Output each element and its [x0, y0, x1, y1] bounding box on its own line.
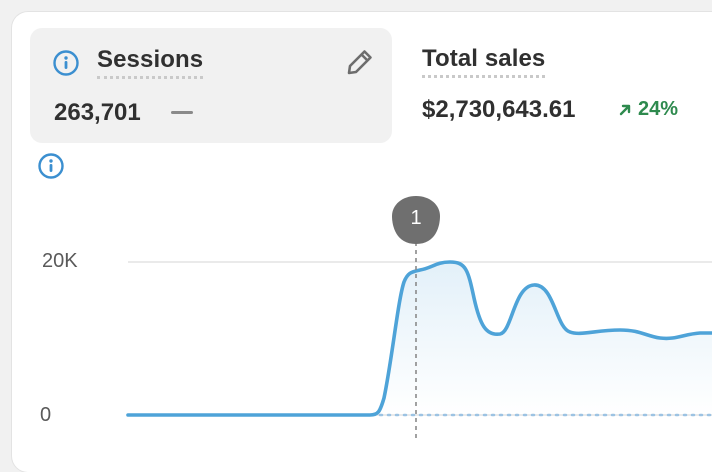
marker-label: 1	[410, 207, 421, 229]
series-area	[128, 262, 712, 415]
annotation-marker[interactable]: 1	[392, 196, 440, 244]
sessions-chart: 1	[126, 196, 712, 440]
